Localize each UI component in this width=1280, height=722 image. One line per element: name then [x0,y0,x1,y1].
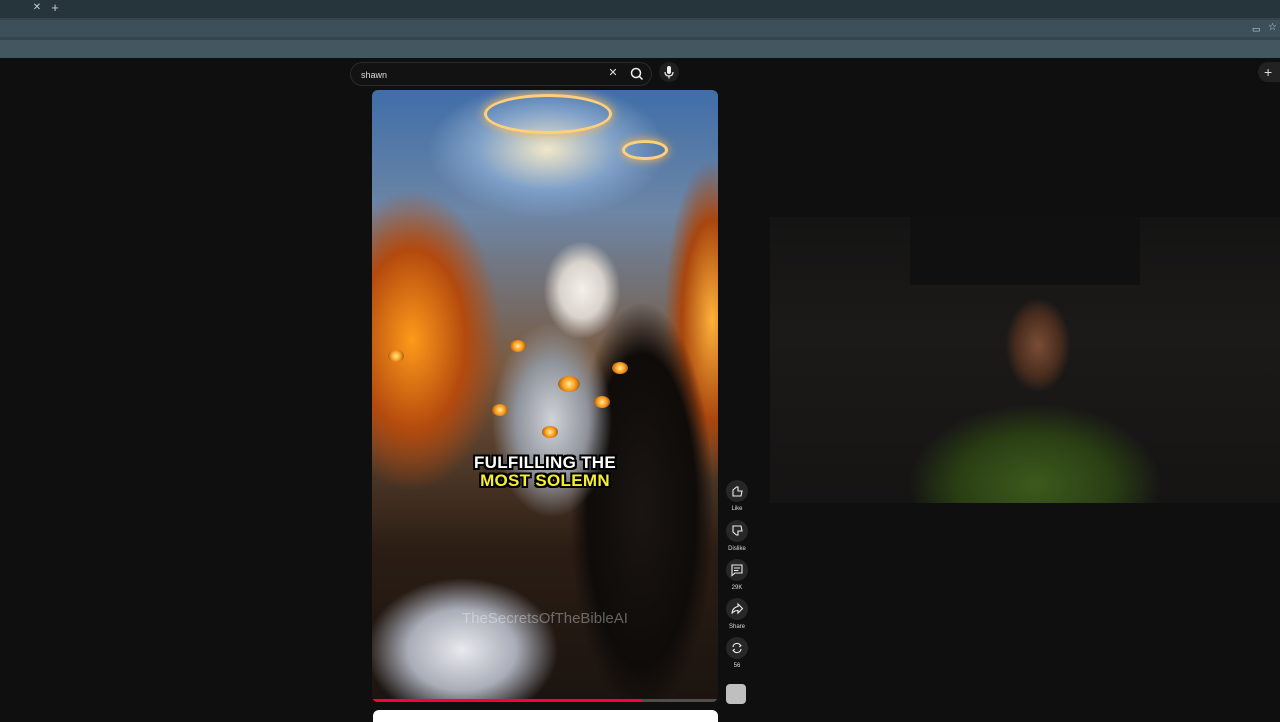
eye-graphic [492,404,508,416]
webcam-overlay [770,217,1280,503]
bookmarks-bar [0,40,1280,58]
webcam-background-shelf [910,217,1140,285]
channel-avatar[interactable] [726,684,746,704]
star-icon[interactable]: ☆ [1268,23,1278,33]
tab-close-icon[interactable]: ✕ [31,2,43,14]
plus-icon: + [1264,64,1273,80]
thumbs-up-icon [726,480,748,502]
eye-graphic [388,350,404,362]
video-caption: FULFILLING THE MOST SOLEMN [372,454,718,490]
search-icon [630,67,644,81]
eye-graphic [594,396,610,408]
browser-tab-strip: ✕ + [0,0,1280,18]
comments-count: 29K [731,585,743,591]
halo-graphic-small [622,140,668,160]
comment-icon [726,559,748,581]
caption-line-2: MOST SOLEMN [480,471,610,490]
create-button[interactable]: + [1258,62,1280,82]
clear-search-icon[interactable]: ✕ [606,66,620,80]
cast-icon[interactable]: ▭ [1252,24,1262,34]
short-video-player[interactable]: FULFILLING THE MOST SOLEMN TheSecretsOfT… [372,90,718,702]
dislike-button[interactable]: Dislike [724,520,750,556]
share-label: Share [728,624,745,630]
halo-graphic [484,94,612,134]
caption-line-1: FULFILLING THE [473,453,617,472]
like-button[interactable]: Like [724,480,750,516]
eye-graphic [542,426,558,438]
share-icon [726,598,748,620]
address-bar[interactable] [0,20,1280,37]
video-progress-fill [372,699,642,702]
remix-count: 56 [733,663,741,669]
dislike-label: Dislike [728,546,746,552]
new-tab-icon[interactable]: + [48,0,62,16]
search-box: ✕ [350,62,652,87]
search-input[interactable] [359,63,603,87]
remix-icon [726,637,748,659]
next-short-card[interactable] [373,710,718,722]
search-button[interactable] [627,64,647,84]
channel-watermark: TheSecretsOfTheBibleAI [462,610,628,627]
eye-graphic [510,340,526,352]
remix-button[interactable]: 56 [724,637,750,673]
voice-search-button[interactable] [659,62,679,82]
mic-icon [664,66,674,79]
comments-button[interactable]: 29K [724,559,750,595]
like-label: Like [731,506,743,512]
eye-graphic [612,362,628,374]
eye-graphic [558,376,580,392]
thumbs-down-icon [726,520,748,542]
share-button[interactable]: Share [724,598,750,634]
video-progress-bar[interactable] [372,699,718,702]
